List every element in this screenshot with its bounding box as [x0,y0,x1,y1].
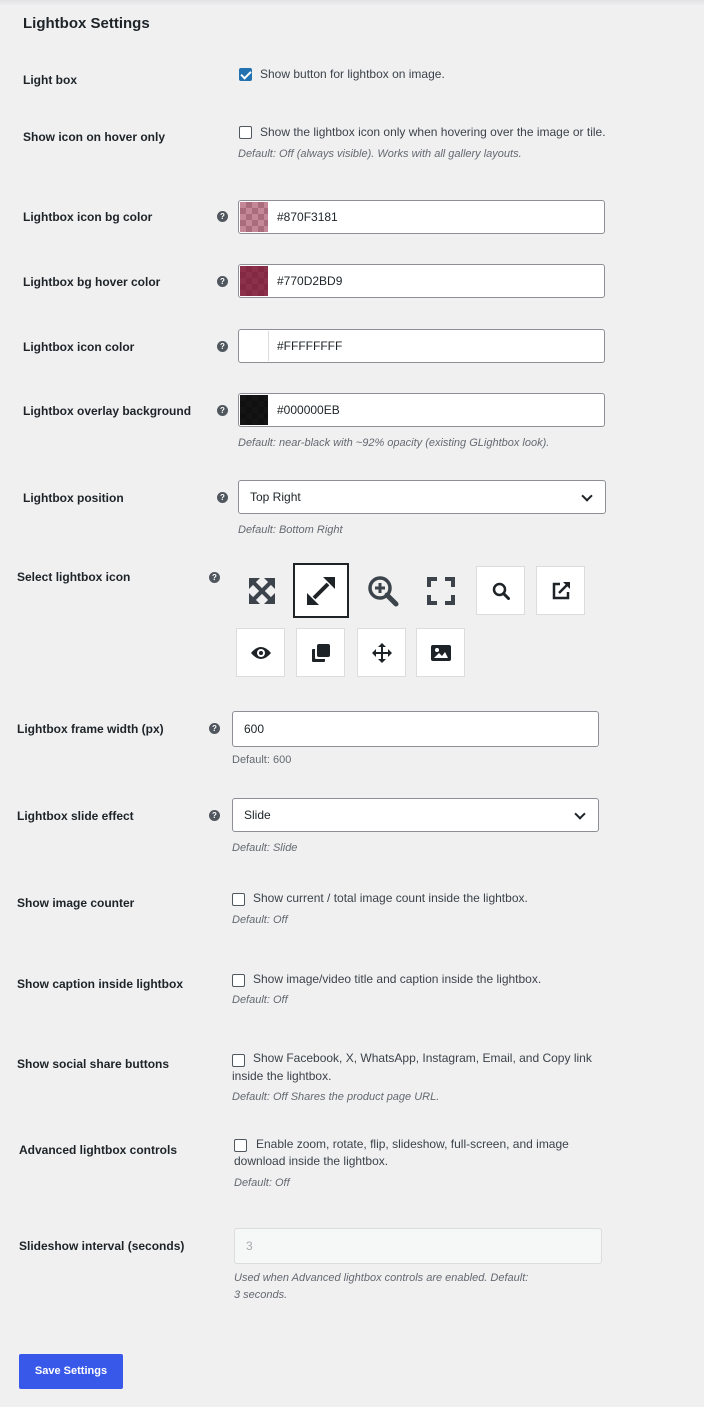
image-counter-text: Show current / total image count inside … [253,891,528,905]
help-icon[interactable]: ? [217,492,228,503]
slide-effect-note: Default: Slide [232,842,298,854]
image-counter-checkbox[interactable] [232,893,245,906]
expand-arrows-icon[interactable] [234,563,289,618]
caption-checkbox[interactable] [232,974,245,987]
icon-color-label: Lightbox icon color [23,340,135,354]
bg-hover-color-field[interactable]: #770D2BD9 [238,264,605,298]
caption-text: Show image/video title and caption insid… [253,972,542,986]
hover-only-note: Default: Off (always visible). Works wit… [238,148,522,160]
image-icon[interactable] [416,628,465,677]
icon-bg-color-field[interactable]: #870F3181 [238,200,605,234]
overlay-bg-value: #000000EB [277,403,340,417]
help-icon[interactable]: ? [217,211,228,222]
social-share-note: Default: Off Shares the product page URL… [232,1091,440,1103]
color-swatch[interactable] [240,202,268,232]
position-select[interactable]: Top Right [238,480,606,514]
eye-icon[interactable] [236,628,285,677]
slideshow-interval-note-line2: 3 seconds. [234,1289,288,1301]
color-swatch[interactable] [240,395,268,425]
frame-width-value: 600 [244,722,265,736]
color-swatch[interactable] [240,266,268,296]
icon-color-value: #FFFFFFFF [277,339,343,353]
slide-effect-value: Slide [244,808,271,822]
position-label: Lightbox position [23,491,124,505]
color-swatch[interactable] [240,331,269,361]
section-title: Lightbox Settings [23,15,150,32]
save-settings-button[interactable]: Save Settings [19,1354,123,1389]
move-arrows-icon[interactable] [357,628,406,677]
icon-color-field[interactable]: #FFFFFFFF [238,329,605,363]
light-box-text: Show button for lightbox on image. [260,67,445,81]
icon-select-label: Select lightbox icon [17,570,131,584]
slideshow-interval-input[interactable]: 3 [234,1228,602,1264]
external-link-icon[interactable] [536,566,585,615]
hover-only-label: Show icon on hover only [23,130,166,144]
position-note: Default: Bottom Right [238,524,343,536]
search-icon[interactable] [476,566,525,615]
frame-width-input[interactable]: 600 [232,711,599,747]
clone-icon[interactable] [296,628,345,677]
help-icon[interactable]: ? [217,276,228,287]
social-share-text-line1: Show Facebook, X, WhatsApp, Instagram, E… [253,1051,592,1065]
light-box-checkbox[interactable] [239,68,252,81]
chevron-down-icon [574,808,586,820]
bg-hover-color-label: Lightbox bg hover color [23,275,161,289]
hover-only-checkbox[interactable] [239,126,252,139]
overlay-bg-note: Default: near-black with ~92% opacity (e… [238,437,550,449]
advanced-controls-text-line1: Enable zoom, rotate, flip, slideshow, fu… [256,1137,569,1151]
icon-bg-color-value: #870F3181 [277,210,338,224]
frame-width-note: Default: 600 [232,754,292,766]
social-share-label: Show social share buttons [17,1057,170,1071]
hover-only-text: Show the lightbox icon only when hoverin… [260,125,606,139]
advanced-controls-checkbox[interactable] [234,1139,247,1152]
caption-label: Show caption inside lightbox [17,977,184,991]
slide-effect-label: Lightbox slide effect [17,809,134,823]
chevron-down-icon [581,490,593,502]
position-value: Top Right [250,490,301,504]
advanced-controls-text-line2: download inside the lightbox. [234,1154,389,1168]
top-shadow [0,0,704,6]
icon-bg-color-label: Lightbox icon bg color [23,210,153,224]
help-icon[interactable]: ? [217,405,228,416]
slide-effect-select[interactable]: Slide [232,798,599,832]
image-counter-label: Show image counter [17,896,135,910]
caption-note: Default: Off [232,994,288,1006]
social-share-checkbox[interactable] [232,1054,245,1067]
light-box-label: Light box [23,73,77,87]
image-counter-note: Default: Off [232,914,288,926]
fullscreen-corners-icon[interactable] [413,563,468,618]
frame-width-label: Lightbox frame width (px) [17,722,164,736]
diagonal-expand-icon[interactable] [293,563,349,618]
overlay-bg-color-field[interactable]: #000000EB [238,393,605,427]
zoom-in-icon[interactable] [355,563,410,618]
help-icon[interactable]: ? [209,572,220,583]
social-share-text-line2: inside the lightbox. [232,1069,332,1083]
advanced-controls-note: Default: Off [234,1177,290,1189]
slideshow-interval-value: 3 [246,1239,253,1253]
slideshow-interval-note-line1: Used when Advanced lightbox controls are… [234,1272,529,1284]
help-icon[interactable]: ? [209,723,220,734]
overlay-bg-label: Lightbox overlay background [23,404,192,418]
advanced-controls-label: Advanced lightbox controls [19,1143,178,1157]
help-icon[interactable]: ? [209,810,220,821]
slideshow-interval-label: Slideshow interval (seconds) [19,1239,185,1253]
bg-hover-color-value: #770D2BD9 [277,274,343,288]
help-icon[interactable]: ? [217,341,228,352]
